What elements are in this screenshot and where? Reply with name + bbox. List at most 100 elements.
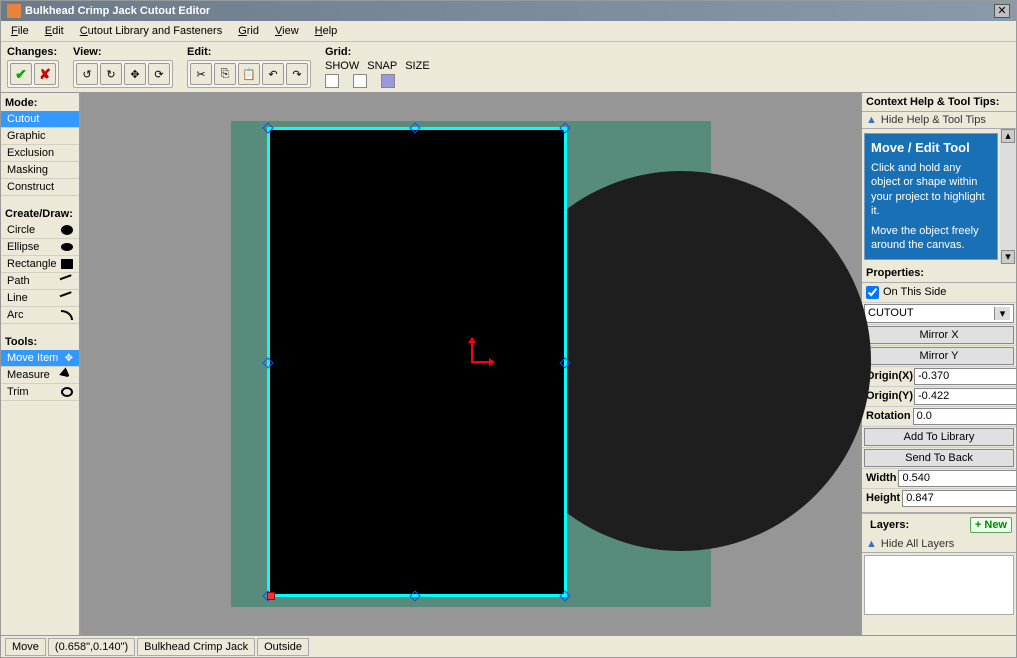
- status-name: Bulkhead Crimp Jack: [137, 638, 255, 656]
- cutout-rectangle[interactable]: [267, 127, 567, 597]
- mirror-y-button[interactable]: Mirror Y: [864, 347, 1014, 365]
- rotate-cw-button[interactable]: ↻: [100, 63, 122, 85]
- help-body-2: Move the object freely around the canvas…: [871, 224, 991, 253]
- rotate-ccw-button[interactable]: ↺: [76, 63, 98, 85]
- cut-button[interactable]: ✂: [190, 63, 212, 85]
- y-axis-icon: [471, 341, 473, 361]
- menu-edit[interactable]: Edit: [39, 23, 70, 39]
- grid-show-toggle[interactable]: [325, 74, 339, 88]
- redo-button[interactable]: ↷: [286, 63, 308, 85]
- tools-header: Tools:: [1, 334, 79, 350]
- shape-arc[interactable]: Arc: [1, 307, 79, 324]
- collapse-icon: ▲: [866, 114, 877, 126]
- grid-snap-toggle[interactable]: [353, 74, 367, 88]
- context-help-header: Context Help & Tool Tips:: [862, 93, 1016, 112]
- menu-view[interactable]: View: [269, 23, 305, 39]
- grid-size-button[interactable]: [381, 74, 395, 88]
- grid-group: Grid: SHOW SNAP SIZE: [325, 46, 430, 88]
- undo-button[interactable]: ↶: [262, 63, 284, 85]
- grid-size-label: SIZE: [405, 60, 429, 72]
- main-area: Mode: Cutout Graphic Exclusion Masking C…: [1, 93, 1016, 635]
- refresh-button[interactable]: ⟳: [148, 63, 170, 85]
- mode-graphic[interactable]: Graphic: [1, 128, 79, 145]
- hide-help-toggle[interactable]: ▲Hide Help & Tool Tips: [862, 112, 1016, 129]
- help-box: Move / Edit Tool Click and hold any obje…: [864, 133, 998, 260]
- hide-layers-toggle[interactable]: ▲Hide All Layers: [862, 536, 1016, 553]
- height-input[interactable]: [902, 490, 1016, 507]
- menu-grid[interactable]: Grid: [232, 23, 265, 39]
- grid-snap-label: SNAP: [367, 60, 397, 72]
- add-to-library-button[interactable]: Add To Library: [864, 428, 1014, 446]
- move-icon: ✥: [65, 353, 73, 364]
- layers-section: Layers: + New ▲Hide All Layers: [862, 512, 1016, 617]
- mode-construct[interactable]: Construct: [1, 179, 79, 196]
- right-panel: Context Help & Tool Tips: ▲Hide Help & T…: [860, 93, 1016, 635]
- paste-button[interactable]: 📋: [238, 63, 260, 85]
- x-axis-icon: [471, 361, 491, 363]
- mode-exclusion[interactable]: Exclusion: [1, 145, 79, 162]
- arc-icon: [61, 310, 73, 320]
- grid-label: Grid:: [325, 46, 430, 58]
- collapse-icon: ▲: [866, 538, 877, 550]
- new-layer-button[interactable]: + New: [970, 517, 1012, 533]
- java-icon: [7, 4, 21, 18]
- close-button[interactable]: ✕: [994, 4, 1010, 18]
- shape-rectangle[interactable]: Rectangle: [1, 256, 79, 273]
- menu-file[interactable]: File: [5, 23, 35, 39]
- reject-button[interactable]: ✘: [34, 63, 56, 85]
- circle-icon: [61, 225, 73, 235]
- changes-label: Changes:: [7, 46, 59, 58]
- scroll-down-icon[interactable]: ▾: [1001, 250, 1015, 264]
- ellipse-icon: [61, 243, 73, 251]
- mode-masking[interactable]: Masking: [1, 162, 79, 179]
- changes-group: Changes: ✔ ✘: [7, 46, 59, 88]
- tool-measure[interactable]: Measure: [1, 367, 79, 384]
- status-bar: Move (0.658",0.140") Bulkhead Crimp Jack…: [1, 635, 1016, 657]
- origin-x-label: Origin(X): [864, 368, 914, 384]
- mode-header: Mode:: [1, 95, 79, 111]
- on-this-side-label: On This Side: [883, 286, 946, 298]
- shape-circle[interactable]: Circle: [1, 222, 79, 239]
- origin-y-input[interactable]: [914, 388, 1016, 405]
- width-label: Width: [864, 470, 898, 486]
- on-this-side-row[interactable]: On This Side: [862, 283, 1016, 302]
- mode-cutout[interactable]: Cutout: [1, 111, 79, 128]
- shape-ellipse[interactable]: Ellipse: [1, 239, 79, 256]
- origin-x-input[interactable]: [914, 368, 1016, 385]
- height-label: Height: [864, 490, 902, 506]
- shape-line[interactable]: Line: [1, 290, 79, 307]
- mirror-x-button[interactable]: Mirror X: [864, 326, 1014, 344]
- tool-trim[interactable]: Trim: [1, 384, 79, 401]
- edit-label: Edit:: [187, 46, 311, 58]
- shape-path[interactable]: Path: [1, 273, 79, 290]
- menu-bar: File Edit Cutout Library and Fasteners G…: [1, 21, 1016, 42]
- canvas-area[interactable]: [81, 93, 860, 635]
- layers-list[interactable]: [864, 555, 1014, 615]
- rotation-label: Rotation: [864, 408, 913, 424]
- width-input[interactable]: [898, 470, 1016, 487]
- rotation-input[interactable]: [913, 408, 1016, 425]
- canvas[interactable]: [231, 121, 711, 607]
- send-to-back-button[interactable]: Send To Back: [864, 449, 1014, 467]
- grid-show-label: SHOW: [325, 60, 359, 72]
- menu-help[interactable]: Help: [309, 23, 344, 39]
- type-select[interactable]: CUTOUT▾: [864, 304, 1014, 323]
- title-bar: Bulkhead Crimp Jack Cutout Editor ✕: [1, 1, 1016, 21]
- status-coords: (0.658",0.140"): [48, 638, 135, 656]
- scroll-up-icon[interactable]: ▴: [1001, 129, 1015, 143]
- anchor-point[interactable]: [267, 592, 275, 600]
- toolbar: Changes: ✔ ✘ View: ↺ ↻ ✥ ⟳ Edit: ✂ ⎘ 📋 ↶…: [1, 42, 1016, 93]
- path-icon: [60, 274, 75, 288]
- menu-library[interactable]: Cutout Library and Fasteners: [74, 23, 228, 39]
- layers-header: Layers:: [866, 517, 970, 533]
- status-mode: Move: [5, 638, 46, 656]
- tool-move[interactable]: Move Item✥: [1, 350, 79, 367]
- line-icon: [60, 291, 75, 305]
- accept-button[interactable]: ✔: [10, 63, 32, 85]
- on-this-side-checkbox[interactable]: [866, 286, 879, 299]
- copy-button[interactable]: ⎘: [214, 63, 236, 85]
- pan-button[interactable]: ✥: [124, 63, 146, 85]
- help-scrollbar[interactable]: ▴ ▾: [1000, 129, 1016, 264]
- help-body-1: Click and hold any object or shape withi…: [871, 161, 991, 218]
- edit-group: Edit: ✂ ⎘ 📋 ↶ ↷: [187, 46, 311, 88]
